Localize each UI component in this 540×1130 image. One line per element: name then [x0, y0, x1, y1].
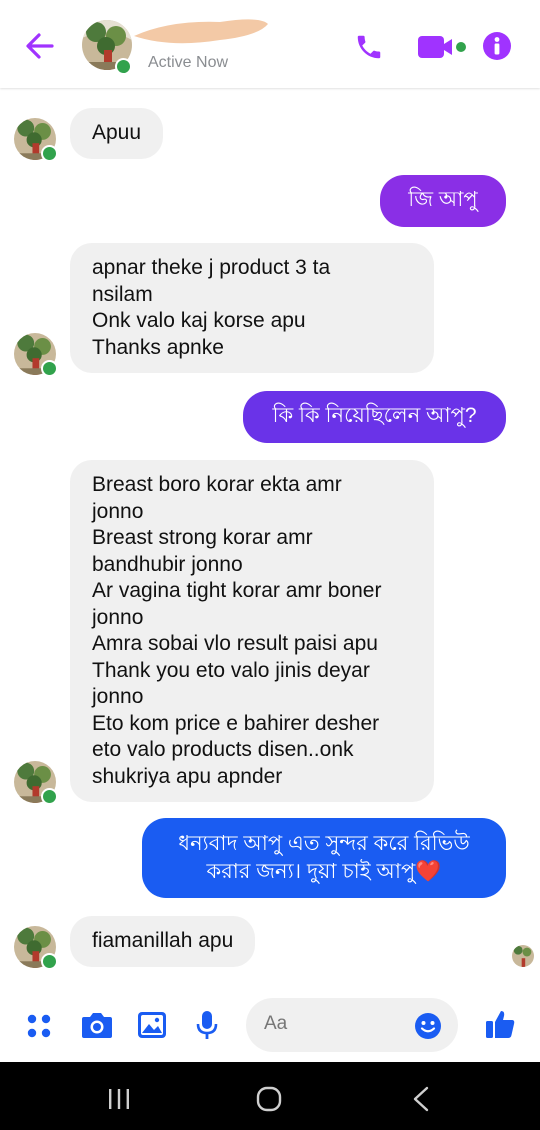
back-arrow-icon[interactable] [22, 28, 58, 64]
incoming-message: apnar theke j product 3 ta nsilam Onk va… [70, 243, 434, 373]
online-indicator [41, 360, 58, 377]
menu-dots-icon[interactable] [26, 1013, 52, 1039]
outgoing-message: ধন্যবাদ আপু এত সুন্দর করে রিভিউ করার জন্… [142, 818, 506, 898]
incoming-message: Apuu [70, 108, 164, 159]
emoji-icon[interactable] [414, 1012, 442, 1040]
nav-back-icon[interactable] [410, 1086, 432, 1112]
online-indicator [115, 58, 132, 75]
chat-header: Active Now [0, 0, 540, 88]
home-icon[interactable] [256, 1086, 282, 1112]
video-icon[interactable] [416, 34, 468, 60]
info-icon[interactable] [482, 31, 512, 61]
online-indicator [41, 788, 58, 805]
message-input[interactable] [262, 1012, 406, 1036]
outgoing-message: কি কি নিয়েছিলেন আপু? [243, 391, 506, 443]
redacted-name [134, 19, 268, 44]
online-indicator [41, 145, 58, 162]
gallery-icon[interactable] [137, 1011, 167, 1039]
camera-icon[interactable] [80, 1010, 114, 1040]
seen-receipt-avatar [512, 945, 534, 967]
incoming-message: Breast boro korar ekta amr jonno Breast … [70, 460, 434, 802]
active-status: Active Now [148, 54, 229, 71]
incoming-message: fiamanillah apu [70, 916, 256, 967]
outgoing-message: জি আপু [380, 175, 506, 227]
like-icon[interactable] [484, 1008, 516, 1040]
phone-icon[interactable] [354, 32, 384, 62]
mic-icon[interactable] [196, 1010, 218, 1040]
online-indicator [41, 953, 58, 970]
recents-icon[interactable] [107, 1087, 131, 1111]
